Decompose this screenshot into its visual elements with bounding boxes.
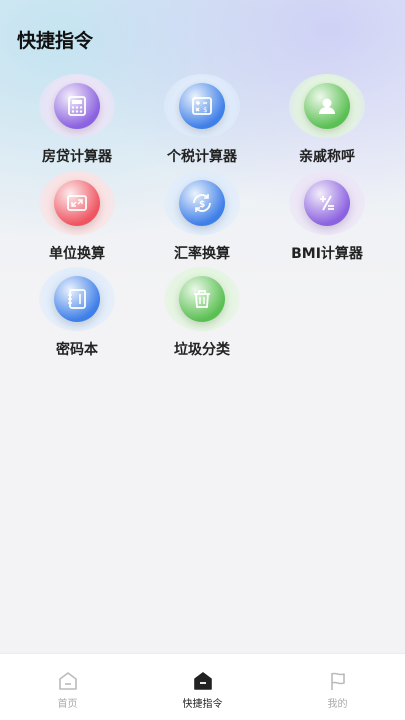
tool-tax-calculator[interactable]: $ 个税计算器: [142, 74, 262, 170]
bottom-tab-bar: 首页 快捷指令 我的: [0, 653, 405, 720]
tool-label: 汇率换算: [174, 246, 230, 262]
icon-halo: [289, 74, 365, 138]
unit-convert-icon: [54, 180, 100, 226]
flag-icon: [330, 672, 345, 690]
icon-halo: [289, 171, 365, 235]
icon-halo: [164, 267, 240, 331]
calculator-icon: [54, 83, 100, 129]
svg-text:$: $: [199, 200, 205, 210]
tool-label: 密码本: [56, 342, 98, 358]
tab-mine[interactable]: 我的: [270, 654, 405, 720]
tool-password-book[interactable]: 密码本: [17, 267, 137, 363]
tool-relatives-title[interactable]: 亲戚称呼: [267, 74, 387, 170]
tool-mortgage-calculator[interactable]: 房贷计算器: [17, 74, 137, 170]
tool-unit-conversion[interactable]: 单位换算: [17, 171, 137, 267]
shortcut-icon: [193, 672, 212, 690]
tool-bmi-calculator[interactable]: BMI计算器: [267, 171, 387, 267]
tab-shortcuts[interactable]: 快捷指令: [135, 654, 270, 720]
tab-home[interactable]: 首页: [0, 654, 135, 720]
password-book-icon: [54, 276, 100, 322]
tool-label: 房贷计算器: [42, 149, 112, 165]
icon-halo: [39, 74, 115, 138]
tab-label: 我的: [327, 699, 348, 710]
currency-exchange-icon: $: [179, 180, 225, 226]
page-title: 快捷指令: [17, 30, 94, 52]
bmi-icon: [304, 180, 350, 226]
home-icon: [58, 672, 77, 690]
tool-garbage-sorting[interactable]: 垃圾分类: [142, 267, 262, 363]
tool-label: 亲戚称呼: [299, 149, 355, 165]
icon-halo: [39, 267, 115, 331]
tool-label: 单位换算: [49, 246, 105, 262]
icon-halo: [39, 171, 115, 235]
trash-icon: [179, 276, 225, 322]
icon-halo: $: [164, 171, 240, 235]
tab-label: 首页: [57, 699, 78, 710]
tool-label: 个税计算器: [167, 149, 237, 165]
tool-label: BMI计算器: [291, 246, 363, 262]
person-icon: [304, 83, 350, 129]
icon-halo: $: [164, 74, 240, 138]
tab-label: 快捷指令: [182, 699, 223, 710]
tax-calc-icon: $: [179, 83, 225, 129]
tool-exchange-rate[interactable]: $ 汇率换算: [142, 171, 262, 267]
tool-label: 垃圾分类: [174, 342, 230, 358]
svg-text:$: $: [203, 106, 207, 114]
